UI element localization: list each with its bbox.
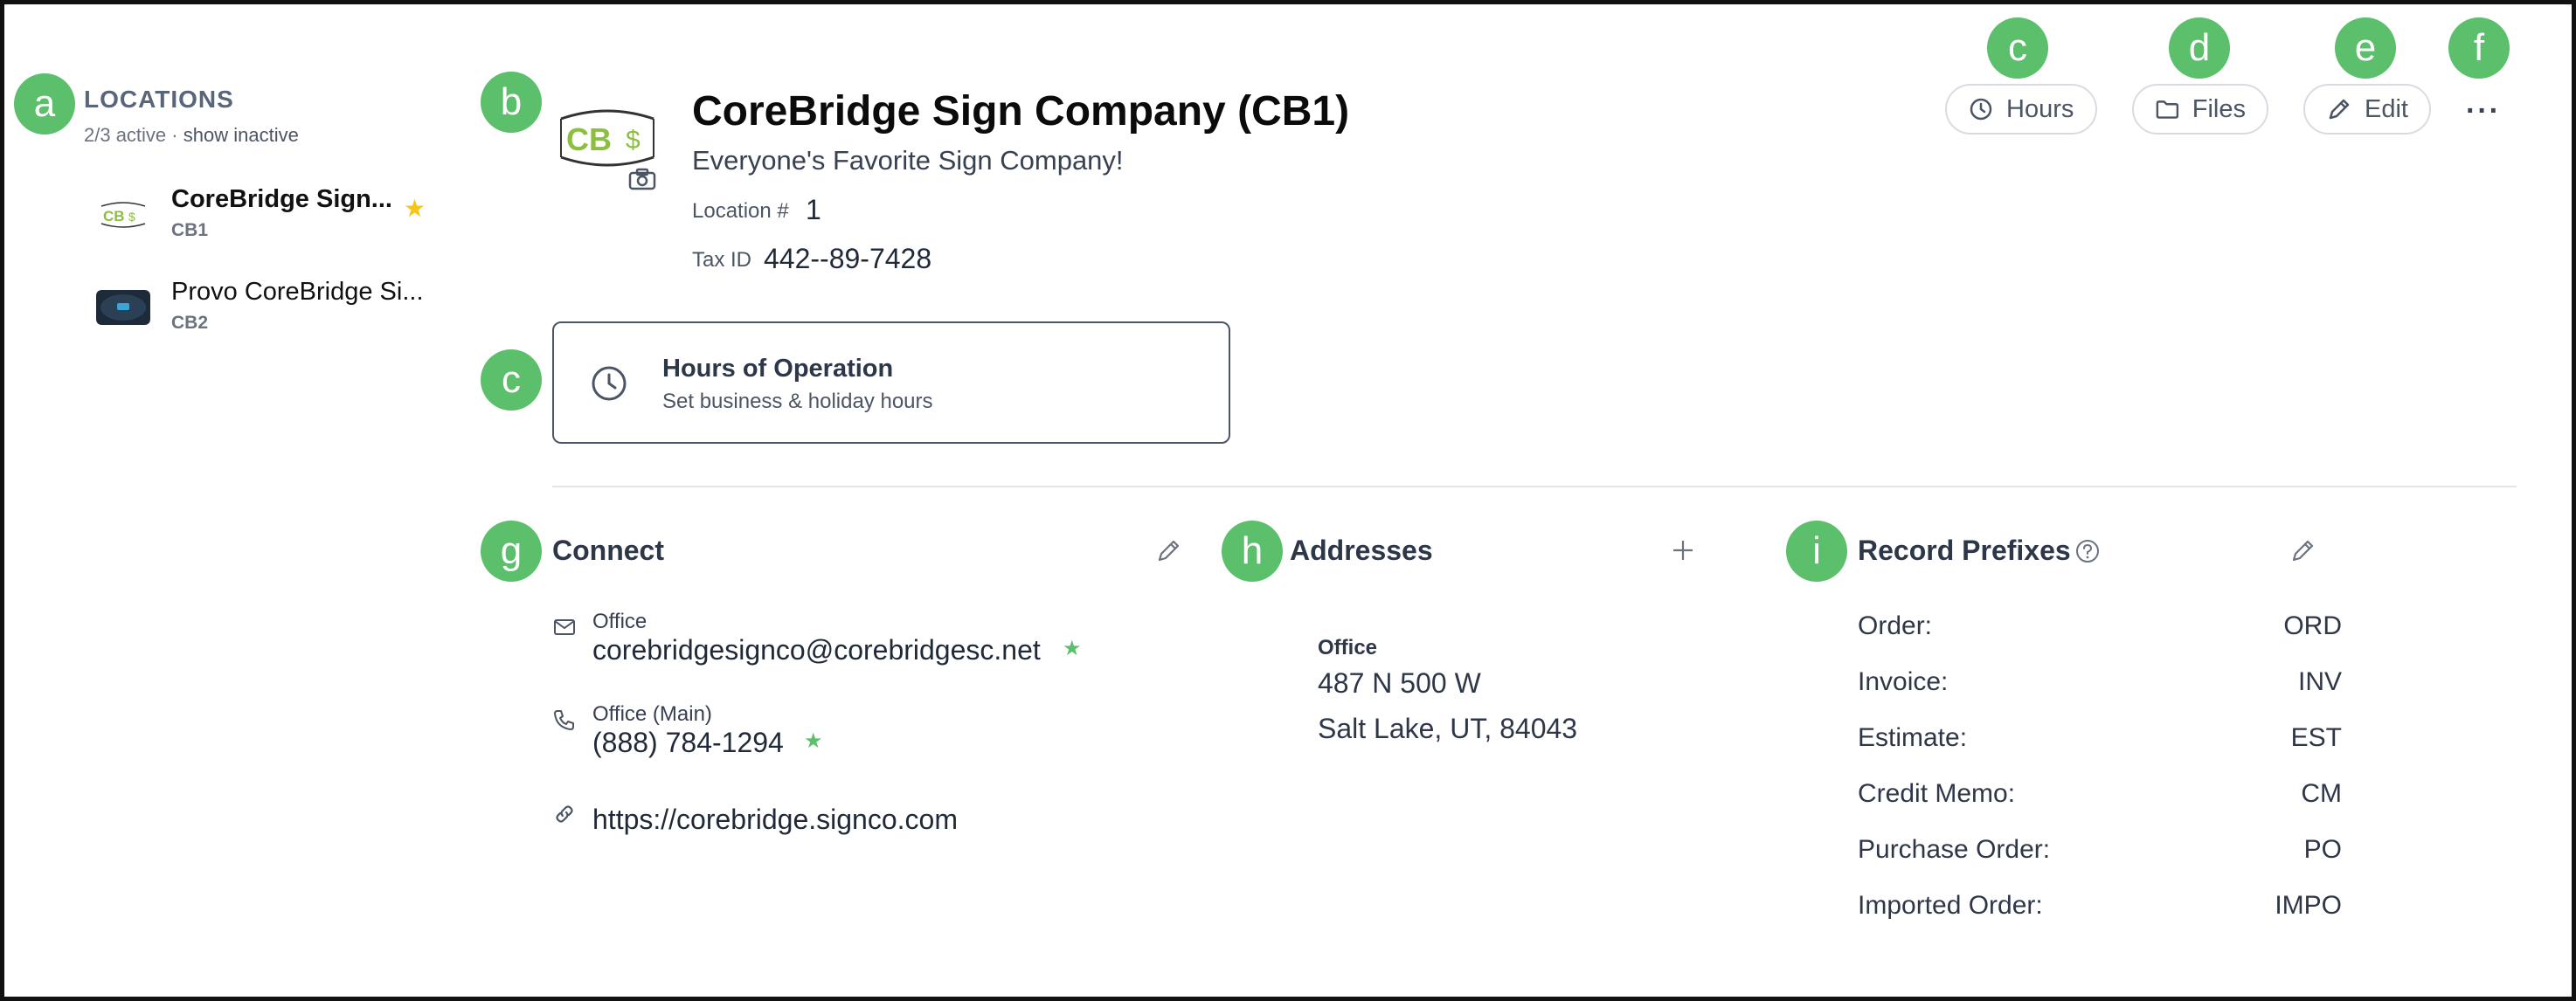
svg-text:$: $	[626, 126, 641, 155]
email-label: Office	[592, 610, 647, 633]
marker-d: d	[2169, 17, 2230, 79]
sidebar-location-item[interactable]: Provo CoreBridge Si... CB2	[96, 278, 437, 348]
marker-c-card: c	[481, 349, 542, 411]
phone-icon	[554, 710, 574, 730]
marker-e: e	[2335, 17, 2396, 79]
hours-card-subtitle: Set business & holiday hours	[662, 390, 933, 413]
prefix-label: Imported Order:	[1858, 891, 2043, 920]
prefix-row: Imported Order: IMPO	[1858, 891, 2342, 929]
primary-star-icon: ★	[1063, 637, 1082, 660]
company-tagline: Everyone's Favorite Sign Company!	[692, 145, 1124, 176]
logo-text: CB	[566, 121, 612, 157]
clock-icon	[1970, 98, 1992, 121]
prefix-row: Invoice: INV	[1858, 667, 2342, 706]
hours-button[interactable]: Hours	[1945, 84, 2097, 135]
hours-of-operation-card[interactable]: Hours of Operation Set business & holida…	[552, 321, 1230, 444]
phone-label: Office (Main)	[592, 702, 712, 726]
address-label: Office	[1318, 636, 1378, 659]
marker-i: i	[1786, 521, 1847, 582]
location-number-value: 1	[806, 194, 821, 225]
sidebar-subtitle: 2/3 active · show inactive	[84, 124, 299, 147]
default-star-icon: ★	[404, 195, 426, 222]
prefix-label: Invoice:	[1858, 667, 1949, 696]
prefix-value: INV	[2297, 667, 2342, 696]
svg-text:CB: CB	[103, 208, 125, 224]
sidebar-location-item[interactable]: CB $ CoreBridge Sign... CB1 ★	[96, 185, 437, 255]
sidebar-title: LOCATIONS	[84, 86, 234, 113]
page-title: CoreBridge Sign Company (CB1)	[692, 88, 1350, 135]
primary-star-icon: ★	[804, 729, 823, 753]
mail-icon	[554, 619, 575, 635]
cb-logo-icon: CB $	[96, 197, 150, 232]
files-button[interactable]: Files	[2132, 84, 2268, 135]
prefix-value: EST	[2290, 723, 2342, 752]
tax-id-label: Tax ID	[692, 248, 752, 272]
add-address-plus-icon[interactable]	[1669, 536, 1697, 564]
files-button-label: Files	[2192, 94, 2246, 123]
prefix-value: CM	[2301, 779, 2342, 808]
link-icon	[556, 805, 573, 823]
clock-icon	[592, 366, 627, 401]
edit-button-label: Edit	[2365, 94, 2408, 123]
show-inactive-link[interactable]: show inactive	[184, 124, 299, 146]
edit-prefixes-pencil-icon[interactable]	[2289, 536, 2317, 564]
website-link[interactable]: https://corebridge.signco.com	[592, 804, 958, 836]
prefix-value: ORD	[2283, 611, 2342, 640]
pencil-icon	[2329, 99, 2350, 120]
edit-connect-pencil-icon[interactable]	[1155, 536, 1183, 564]
addresses-section-title: Addresses	[1290, 535, 1433, 566]
address-line-1: 487 N 500 W	[1318, 667, 1481, 699]
hours-button-label: Hours	[2006, 94, 2074, 123]
marker-g: g	[481, 521, 542, 582]
prefix-row: Order: ORD	[1858, 611, 2342, 650]
location-name: CoreBridge Sign...	[171, 185, 392, 213]
svg-text:$: $	[128, 210, 135, 224]
marker-b: b	[481, 72, 542, 133]
camera-icon[interactable]	[627, 166, 657, 192]
location-name: Provo CoreBridge Si...	[171, 278, 424, 306]
section-divider	[552, 486, 2517, 487]
prefix-value: PO	[2303, 835, 2342, 864]
prefix-value: IMPO	[2275, 891, 2342, 920]
location-code: CB2	[171, 313, 209, 333]
marker-c-hours: c	[1987, 17, 2048, 79]
location-number-label: Location #	[692, 199, 789, 223]
marker-f: f	[2448, 17, 2510, 79]
prefix-label: Estimate:	[1858, 723, 1968, 752]
prefix-label: Order:	[1858, 611, 1933, 640]
phone-value[interactable]: (888) 784-1294	[592, 727, 784, 759]
prefix-label: Purchase Order:	[1858, 835, 2051, 864]
hours-card-title: Hours of Operation	[662, 355, 894, 383]
marker-h: h	[1222, 521, 1283, 582]
connect-section-title: Connect	[552, 535, 664, 566]
separator-dot: ·	[171, 124, 178, 146]
active-count: 2/3 active	[84, 124, 167, 146]
record-prefixes-section-title: Record Prefixes	[1858, 535, 2071, 566]
email-value[interactable]: corebridgesignco@corebridgesc.net	[592, 634, 1041, 666]
dark-sign-logo-icon	[96, 290, 150, 325]
location-code: CB1	[171, 220, 209, 240]
edit-button[interactable]: Edit	[2303, 84, 2431, 135]
prefix-row: Credit Memo: CM	[1858, 779, 2342, 818]
company-logo[interactable]: CB $	[556, 103, 659, 173]
marker-a: a	[14, 73, 75, 135]
prefix-row: Estimate: EST	[1858, 723, 2342, 762]
prefix-label: Credit Memo:	[1858, 779, 2016, 808]
help-question-icon[interactable]	[2074, 538, 2101, 564]
address-line-2: Salt Lake, UT, 84043	[1318, 713, 1578, 744]
folder-icon	[2156, 100, 2179, 119]
tax-id-value: 442--89-7428	[764, 243, 932, 274]
prefix-row: Purchase Order: PO	[1858, 835, 2342, 873]
more-options-icon[interactable]: ···	[2466, 94, 2501, 128]
